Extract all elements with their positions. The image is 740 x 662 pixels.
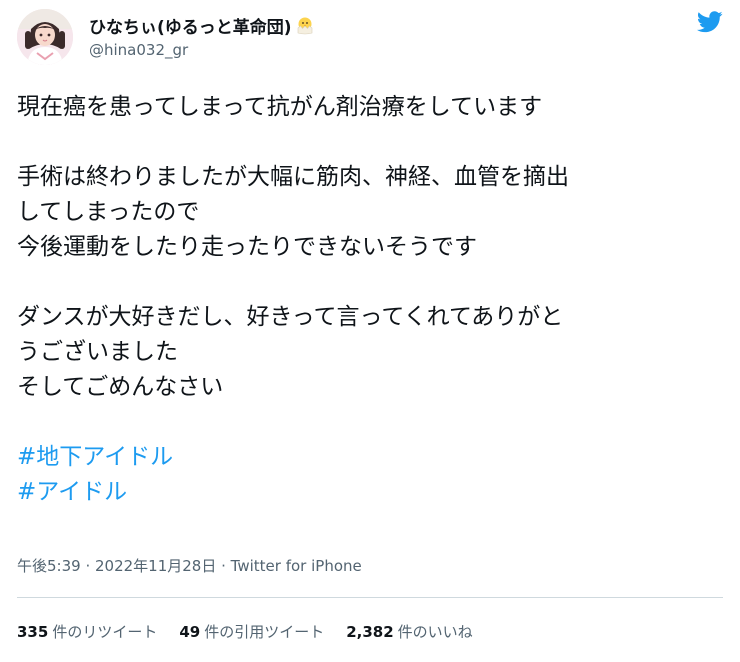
like-count-number: 2,382	[346, 623, 394, 641]
tweet-time[interactable]: 午後5:39	[17, 557, 81, 575]
divider	[17, 597, 723, 598]
retweet-count[interactable]: 335 件のリツイート	[17, 621, 157, 642]
hashtag-link[interactable]: #地下アイドル	[17, 440, 173, 475]
like-count[interactable]: 2,382 件のいいね	[346, 621, 472, 642]
user-info: ひなちぃ(ゆるっと革命団) @hina032_gr	[89, 13, 315, 59]
hashtag-link[interactable]: #アイドル	[17, 475, 127, 510]
user-handle[interactable]: @hina032_gr	[89, 41, 315, 59]
tweet-line: ダンスが大好きだし、好きって言ってくれてありがと	[17, 304, 564, 330]
hatching-chick-icon	[297, 17, 312, 35]
meta-separator: ·	[80, 557, 95, 575]
display-name[interactable]: ひなちぃ(ゆるっと革命団)	[89, 13, 292, 38]
tweet-text: 現在癌を患ってしまって抗がん剤治療をしています 手術は終わりましたが大幅に筋肉、…	[17, 90, 723, 510]
quote-tweet-count-number: 49	[179, 623, 201, 641]
avatar-image	[17, 9, 73, 65]
retweet-count-label: 件のリツイート	[52, 623, 158, 641]
tweet-date[interactable]: 2022年11月28日	[95, 557, 216, 575]
meta-separator: ·	[216, 557, 231, 575]
twitter-bird-icon[interactable]	[697, 11, 723, 33]
retweet-count-number: 335	[17, 623, 49, 641]
display-name-row[interactable]: ひなちぃ(ゆるっと革命団)	[89, 13, 315, 38]
tweet-line: そしてごめんなさい	[17, 374, 224, 400]
tweet-line: 現在癌を患ってしまって抗がん剤治療をしています	[17, 94, 543, 120]
tweet-stats: 335 件のリツイート 49 件の引用ツイート 2,382 件のいいね	[17, 621, 495, 642]
tweet-line: してしまったので	[17, 199, 200, 225]
quote-tweet-count-label: 件の引用ツイート	[204, 623, 325, 641]
quote-tweet-count[interactable]: 49 件の引用ツイート	[179, 621, 324, 642]
tweet-meta: 午後5:39 · 2022年11月28日 · Twitter for iPhon…	[17, 555, 362, 576]
tweet-header: ひなちぃ(ゆるっと革命団) @hina032_gr	[17, 9, 723, 65]
tweet-source[interactable]: Twitter for iPhone	[231, 557, 362, 575]
tweet-line: 手術は終わりましたが大幅に筋肉、神経、血管を摘出	[17, 164, 569, 190]
avatar[interactable]	[17, 9, 73, 65]
tweet-line: うございました	[17, 339, 178, 365]
tweet-line: 今後運動をしたり走ったりできないそうです	[17, 234, 477, 260]
like-count-label: 件のいいね	[397, 623, 473, 641]
